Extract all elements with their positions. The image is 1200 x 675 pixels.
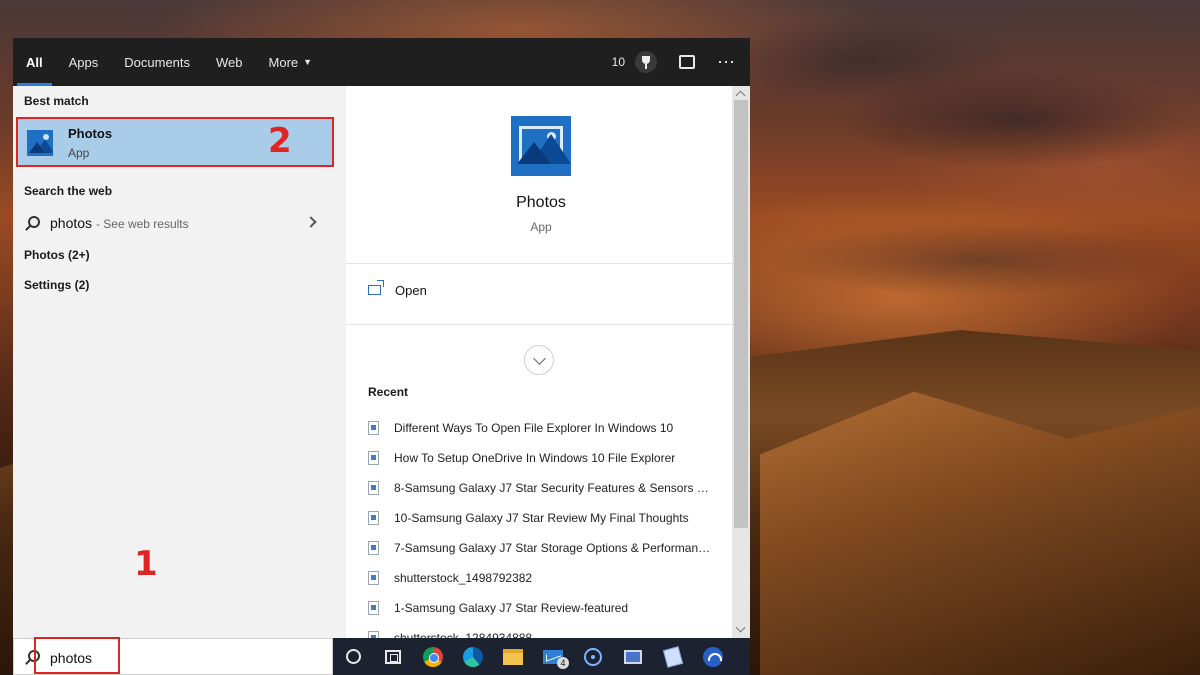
- topbar-actions: 10 ⋯: [612, 38, 736, 86]
- scrollbar-thumb[interactable]: [734, 100, 748, 528]
- recent-file-name: 7-Samsung Galaxy J7 Star Storage Options…: [394, 541, 714, 555]
- photos-app-icon: [27, 130, 53, 156]
- document-icon: [368, 451, 379, 465]
- search-input-value: photos: [50, 650, 93, 666]
- sticky-notes-icon: [662, 645, 684, 668]
- chrome-icon: [423, 646, 443, 667]
- rewards-points[interactable]: 10: [612, 51, 657, 73]
- media-player-taskbar-button[interactable]: [573, 638, 613, 675]
- web-search-result[interactable]: photos - See web results: [13, 210, 335, 236]
- document-icon: [368, 511, 379, 525]
- recent-file-name: How To Setup OneDrive In Windows 10 File…: [394, 451, 676, 465]
- media-player-icon: [584, 647, 602, 666]
- feedback-icon[interactable]: [679, 55, 695, 69]
- recent-file-item[interactable]: 7-Samsung Galaxy J7 Star Storage Options…: [368, 533, 718, 563]
- recent-file-item[interactable]: Different Ways To Open File Explorer In …: [368, 413, 718, 443]
- web-search-hint: - See web results: [95, 217, 189, 231]
- recent-file-name: 8-Samsung Galaxy J7 Star Security Featur…: [394, 481, 714, 495]
- search-the-web-heading: Search the web: [24, 184, 113, 198]
- recent-heading: Recent: [368, 385, 409, 399]
- recent-file-name: shutterstock_1498792382: [394, 571, 533, 585]
- file-explorer-taskbar-button[interactable]: [493, 638, 533, 675]
- tab-web[interactable]: Web: [203, 38, 256, 86]
- recent-file-name: 1-Samsung Galaxy J7 Star Review-featured: [394, 601, 629, 615]
- preview-scrollbar[interactable]: [732, 86, 750, 638]
- expand-chevron-icon[interactable]: [524, 345, 554, 375]
- recent-file-item[interactable]: 10-Samsung Galaxy J7 Star Review My Fina…: [368, 503, 718, 533]
- trophy-icon: [635, 51, 657, 73]
- recent-file-item[interactable]: shutterstock_1284934888: [368, 623, 718, 638]
- preview-app-name: Photos: [516, 194, 566, 211]
- chrome-taskbar-button[interactable]: [413, 638, 453, 675]
- best-match-type: App: [68, 146, 90, 160]
- mail-badge: 4: [557, 657, 569, 669]
- recent-files-list: Different Ways To Open File Explorer In …: [368, 413, 718, 638]
- category-photos[interactable]: Photos (2+): [24, 248, 90, 262]
- document-icon: [368, 571, 379, 585]
- mail-taskbar-button[interactable]: 4: [533, 638, 573, 675]
- step-2-annotation: 2: [268, 121, 292, 161]
- start-search-panel: All Apps Documents Web More ▼ 10 ⋯ Best …: [13, 38, 750, 638]
- photos-app-large-icon: [511, 116, 571, 176]
- remote-desktop-taskbar-button[interactable]: [613, 638, 653, 675]
- recent-file-item[interactable]: How To Setup OneDrive In Windows 10 File…: [368, 443, 718, 473]
- recent-file-item[interactable]: 8-Samsung Galaxy J7 Star Security Featur…: [368, 473, 718, 503]
- edge-icon: [463, 646, 483, 667]
- recent-file-name: shutterstock_1284934888: [394, 631, 533, 638]
- recent-file-item[interactable]: shutterstock_1498792382: [368, 563, 718, 593]
- document-icon: [368, 421, 379, 435]
- open-icon: [368, 280, 384, 295]
- taskbar-search-box[interactable]: photos: [13, 637, 333, 675]
- network-taskbar-button[interactable]: [693, 638, 733, 675]
- chevron-down-icon: ▼: [303, 57, 313, 67]
- search-filter-bar: All Apps Documents Web More ▼ 10 ⋯: [13, 38, 750, 86]
- recent-file-name: Different Ways To Open File Explorer In …: [394, 421, 674, 435]
- task-view-button[interactable]: [373, 638, 413, 675]
- preview-app-type: App: [530, 220, 552, 234]
- tab-more-label: More: [268, 54, 299, 70]
- tab-all[interactable]: All: [13, 38, 56, 86]
- search-icon: [28, 216, 40, 228]
- category-settings[interactable]: Settings (2): [24, 278, 89, 292]
- more-options-icon[interactable]: ⋯: [717, 52, 736, 73]
- scroll-down-icon[interactable]: [735, 622, 746, 633]
- cortana-button[interactable]: [333, 638, 373, 675]
- document-icon: [368, 601, 379, 615]
- tab-documents[interactable]: Documents: [111, 38, 203, 86]
- step-1-annotation: 1: [134, 544, 158, 584]
- best-match-result[interactable]: Photos App 2: [16, 117, 334, 167]
- web-search-term: photos - See web results: [50, 215, 189, 231]
- results-list: Best match Photos App 2 Search the web p…: [13, 86, 335, 638]
- tab-apps[interactable]: Apps: [56, 38, 112, 86]
- chevron-right-icon: [305, 216, 317, 228]
- remote-desktop-icon: [624, 649, 642, 664]
- document-icon: [368, 481, 379, 495]
- best-match-heading: Best match: [24, 94, 89, 108]
- open-label: Open: [395, 283, 427, 298]
- result-preview-pane: Photos App Open Recent Different Ways To…: [346, 86, 732, 638]
- network-icon: [703, 646, 723, 667]
- rewards-points-value: 10: [611, 55, 625, 69]
- file-explorer-icon: [503, 648, 523, 665]
- divider: [346, 324, 732, 325]
- edge-taskbar-button[interactable]: [453, 638, 493, 675]
- best-match-name: Photos: [68, 126, 113, 141]
- taskbar: 4: [333, 638, 750, 675]
- recent-file-name: 10-Samsung Galaxy J7 Star Review My Fina…: [394, 511, 689, 525]
- document-icon: [368, 541, 379, 555]
- scroll-up-icon[interactable]: [735, 90, 746, 101]
- tab-more[interactable]: More ▼: [256, 38, 326, 86]
- divider: [346, 263, 732, 264]
- web-search-term-text: photos: [50, 215, 93, 231]
- task-view-icon: [385, 649, 401, 664]
- document-icon: [368, 631, 379, 638]
- cortana-icon: [345, 649, 361, 664]
- sticky-notes-taskbar-button[interactable]: [653, 638, 693, 675]
- recent-file-item[interactable]: 1-Samsung Galaxy J7 Star Review-featured: [368, 593, 718, 623]
